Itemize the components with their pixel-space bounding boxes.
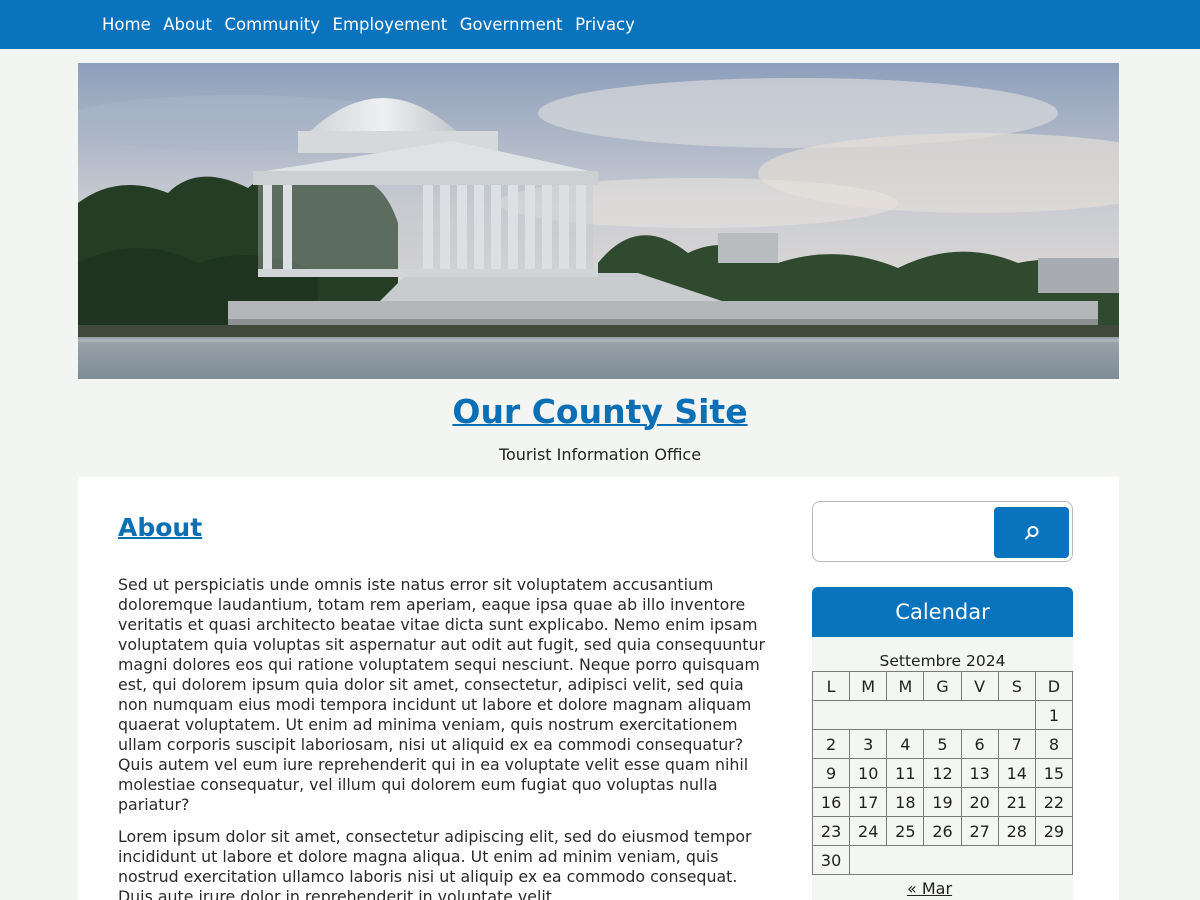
calendar-day-cell: 21: [997, 787, 1036, 817]
search-widget: [812, 501, 1073, 562]
calendar-day-cell: 9: [811, 758, 851, 788]
calendar-nav: « Mar: [812, 879, 1073, 898]
calendar-weekday-row: L M M G V S D: [811, 671, 1074, 701]
calendar-day-cell: 23: [811, 816, 851, 846]
post-title-link[interactable]: About: [118, 513, 202, 542]
calendar-day-cell: 12: [923, 758, 962, 788]
calendar-day-cell: 30: [811, 845, 851, 875]
search-icon: [1024, 525, 1038, 540]
calendar-day-cell: 25: [886, 816, 925, 846]
header-image: [78, 63, 1119, 379]
nav-employement[interactable]: Employement: [333, 15, 448, 34]
calendar-day-cell: 14: [997, 758, 1036, 788]
calendar-week-row: 2 3 4 5 6 7 8: [811, 729, 1074, 759]
calendar-week-row: 16 17 18 19 20 21 22: [811, 787, 1074, 817]
calendar-day-cell: 24: [849, 816, 888, 846]
site-title-link[interactable]: Our County Site: [452, 392, 747, 431]
calendar-day-cell: 1: [1034, 700, 1074, 730]
calendar-day-cell: 17: [849, 787, 888, 817]
calendar-day-cell: 2: [811, 729, 851, 759]
post-paragraph: Lorem ipsum dolor sit amet, consectetur …: [118, 827, 752, 900]
calendar-week-row: 30: [811, 845, 1073, 875]
calendar-day-cell: 16: [811, 787, 851, 817]
post-paragraph: Sed ut perspiciatis unde omnis iste natu…: [118, 575, 765, 814]
post-body: Sed ut perspiciatis unde omnis iste natu…: [118, 575, 773, 900]
weekday-header: V: [960, 671, 999, 701]
calendar-widget: Calendar Settembre 2024 L M M G V S D 1: [811, 587, 1074, 900]
calendar-day-cell: 10: [849, 758, 888, 788]
top-navigation: Home About Community Employement Governm…: [0, 0, 1200, 49]
calendar-day-cell: 6: [960, 729, 999, 759]
calendar-week-row: 1: [812, 700, 1074, 730]
calendar-day-cell: 4: [886, 729, 925, 759]
calendar-day-cell: 29: [1034, 816, 1074, 846]
calendar-day-cell: 26: [923, 816, 962, 846]
weekday-header: L: [811, 671, 851, 701]
calendar-prev-month-link[interactable]: « Mar: [907, 879, 952, 898]
calendar-week-row: 9 10 11 12 13 14 15: [811, 758, 1074, 788]
calendar-day-cell: 3: [849, 729, 888, 759]
calendar-empty-cell: [849, 845, 1073, 875]
memorial-photo: [78, 63, 1119, 379]
calendar-title: Calendar: [812, 587, 1073, 637]
search-button[interactable]: [994, 507, 1069, 558]
site-title: Our County Site: [0, 392, 1200, 431]
calendar-day-cell: 22: [1034, 787, 1074, 817]
search-input[interactable]: [819, 508, 991, 555]
calendar-day-cell: 15: [1034, 758, 1074, 788]
calendar-day-cell: 11: [886, 758, 925, 788]
site-tagline: Tourist Information Office: [498, 445, 702, 464]
calendar-day-cell: 28: [997, 816, 1036, 846]
calendar-day-cell: 13: [960, 758, 999, 788]
calendar-day-cell: 18: [886, 787, 925, 817]
calendar-day-cell: 5: [923, 729, 962, 759]
calendar-empty-cell: [812, 700, 1036, 730]
weekday-header: M: [849, 671, 888, 701]
weekday-header: M: [886, 671, 925, 701]
weekday-header: S: [997, 671, 1036, 701]
calendar-week-row: 23 24 25 26 27 28 29: [811, 816, 1074, 846]
calendar-day-cell: 8: [1034, 729, 1074, 759]
content-area: About Sed ut perspiciatis unde omnis ist…: [78, 477, 1119, 900]
nav-about[interactable]: About: [163, 15, 212, 34]
calendar-day-cell: 20: [960, 787, 999, 817]
calendar-table: L M M G V S D 1 2 3 4 5 6 7 8 9 10 11 12…: [811, 671, 1074, 875]
nav-privacy[interactable]: Privacy: [575, 15, 635, 34]
calendar-day-cell: 19: [923, 787, 962, 817]
nav-community[interactable]: Community: [225, 15, 321, 34]
weekday-header: G: [923, 671, 962, 701]
calendar-day-cell: 7: [997, 729, 1036, 759]
weekday-header: D: [1034, 671, 1074, 701]
calendar-day-cell: 27: [960, 816, 999, 846]
nav-home[interactable]: Home: [102, 15, 151, 34]
calendar-month-caption: Settembre 2024: [879, 652, 1006, 670]
nav-government[interactable]: Government: [460, 15, 563, 34]
